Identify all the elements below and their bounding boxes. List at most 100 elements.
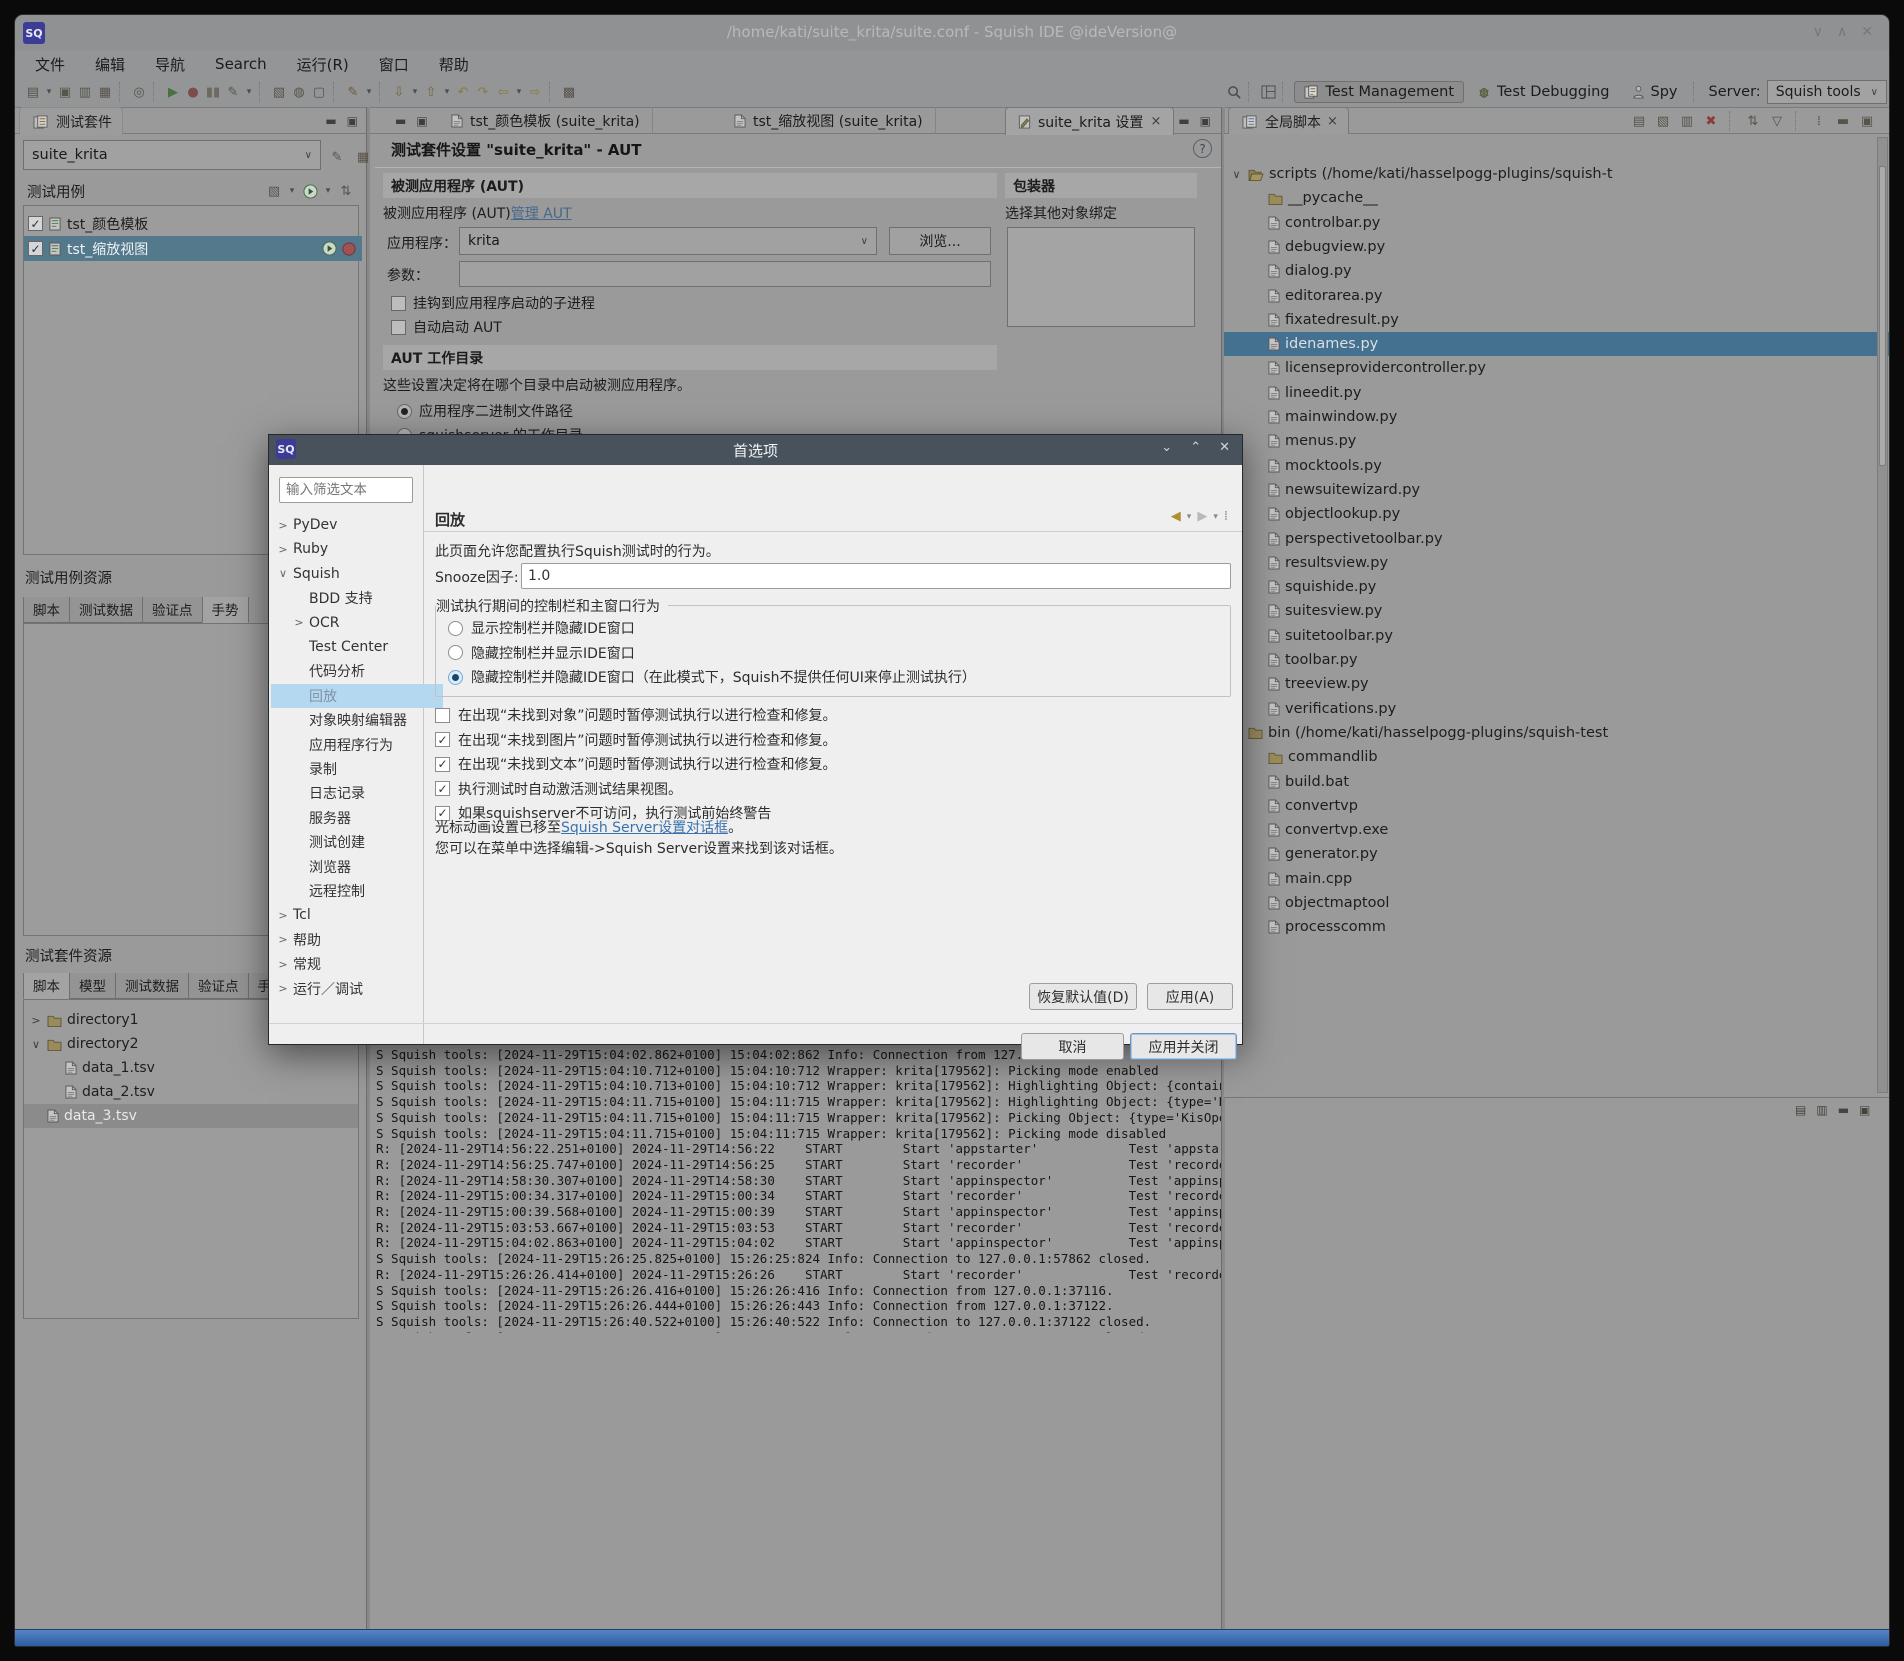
forward-icon[interactable]: ⇨: [526, 81, 544, 103]
pref-tree-item-回放[interactable]: 回放: [271, 684, 443, 708]
pref-tree-item-BDD 支持[interactable]: BDD 支持: [271, 586, 443, 610]
script-tree-file[interactable]: idenames.py: [1224, 332, 1890, 356]
filter-input[interactable]: [279, 477, 413, 503]
test-case-row[interactable]: ✓tst_颜色模板: [24, 211, 362, 236]
dropdown-icon[interactable]: ▾: [44, 81, 54, 103]
edit-suite-icon[interactable]: ✎: [328, 146, 346, 168]
script-tree-folder[interactable]: ∨bin (/home/kati/hasselpogg-plugins/squi…: [1224, 721, 1890, 745]
export-icon[interactable]: ⇧: [422, 81, 440, 103]
pref-tree-item-常规[interactable]: >常规: [271, 952, 427, 976]
open-icon[interactable]: ▥: [1678, 110, 1696, 132]
new-testcase-icon[interactable]: ▧: [265, 180, 283, 202]
back-icon[interactable]: ⇦: [494, 81, 512, 103]
minimize-icon[interactable]: ▬: [1178, 114, 1189, 128]
maximize-icon[interactable]: ▣: [416, 114, 427, 128]
playback-radio[interactable]: 显示控制栏并隐藏IDE窗口: [448, 618, 635, 638]
script-tree-file[interactable]: objectlookup.py: [1224, 502, 1890, 526]
import-icon[interactable]: ⇩: [390, 81, 408, 103]
script-tree-file[interactable]: mainwindow.py: [1224, 405, 1890, 429]
maximize-icon[interactable]: ▣: [1200, 114, 1211, 128]
pin-editor-icon[interactable]: ▤: [1795, 1103, 1806, 1117]
script-tree-file[interactable]: objectmaptool: [1224, 891, 1890, 915]
view-menu-icon[interactable]: ⁞: [1810, 110, 1828, 132]
browse-button[interactable]: 浏览...: [889, 227, 991, 255]
script-tree-file[interactable]: debugview.py: [1224, 235, 1890, 259]
log-view[interactable]: S Squish tools: [2024-11-29T15:04:02.862…: [370, 1025, 1221, 1333]
script-tree-file[interactable]: controlbar.py: [1224, 211, 1890, 235]
open-perspective-icon[interactable]: [1259, 81, 1277, 103]
perspective-test-debugging[interactable]: Test Debugging: [1468, 82, 1618, 102]
server-combobox[interactable]: Squish tools∨: [1767, 80, 1887, 104]
maximize-icon[interactable]: ▣: [347, 114, 358, 128]
apply-and-close-button[interactable]: 应用并关闭: [1130, 1033, 1237, 1060]
minimize-icon[interactable]: ∨: [1813, 24, 1823, 40]
script-tree-file[interactable]: squishide.py: [1224, 575, 1890, 599]
link-editor-icon[interactable]: ▥: [1816, 1103, 1827, 1117]
pref-tree-item-浏览器[interactable]: 浏览器: [271, 855, 443, 879]
suite-tab-测试数据[interactable]: 测试数据: [115, 973, 189, 999]
script-tree-file[interactable]: suitetoolbar.py: [1224, 624, 1890, 648]
pref-tree-item-代码分析[interactable]: 代码分析: [271, 659, 443, 683]
test-case-row[interactable]: ✓tst_缩放视图: [24, 236, 362, 261]
panel-minmax[interactable]: ▬▣: [325, 114, 358, 128]
case-tab-验证点[interactable]: 验证点: [142, 597, 203, 623]
pref-tree-item-应用程序行为[interactable]: 应用程序行为: [271, 733, 443, 757]
dropdown-icon[interactable]: ▾: [514, 81, 524, 103]
minimize-icon[interactable]: ▬: [395, 114, 406, 128]
open-last-edit-icon[interactable]: ▩: [560, 81, 578, 103]
help-icon[interactable]: ?: [1193, 139, 1212, 158]
window-layout-icon[interactable]: ▢: [310, 81, 328, 103]
script-tree-file[interactable]: mocktools.py: [1224, 454, 1890, 478]
menu-帮助[interactable]: 帮助: [439, 54, 469, 75]
pref-tree-item-测试创建[interactable]: 测试创建: [271, 830, 443, 854]
script-tree-file[interactable]: processcomm: [1224, 915, 1890, 939]
suite-settings-icon[interactable]: ▦: [354, 146, 372, 168]
script-tree-file[interactable]: build.bat: [1224, 770, 1890, 794]
tab-global-scripts[interactable]: 全局脚本 ×: [1228, 107, 1349, 135]
launch-aut-icon[interactable]: ▶: [164, 81, 182, 103]
menu-窗口[interactable]: 窗口: [379, 54, 409, 75]
copy-icon[interactable]: ▣: [56, 81, 74, 103]
script-tree-file[interactable]: fixatedresult.py: [1224, 308, 1890, 332]
dropdown-icon[interactable]: ▾: [442, 81, 452, 103]
chevron-down-icon[interactable]: ∨: [30, 1038, 42, 1051]
undo-icon[interactable]: ↶: [454, 81, 472, 103]
dropdown-icon[interactable]: ▾: [364, 81, 374, 103]
perspective-test-management[interactable]: Test Management: [1294, 81, 1464, 103]
new-folder-icon[interactable]: ▤: [1630, 110, 1648, 132]
playback-checkbox[interactable]: 在出现“未找到对象”问题时暂停测试执行以进行检查和修复。: [435, 705, 837, 725]
manage-aut-link[interactable]: 管理 AUT: [511, 206, 572, 222]
script-tree-file[interactable]: convertvp.exe: [1224, 818, 1890, 842]
checkbox-icon[interactable]: ✓: [28, 216, 43, 231]
close-icon[interactable]: ✕: [1861, 24, 1873, 40]
pref-tree-item-OCR[interactable]: >OCR: [271, 611, 443, 635]
restore-defaults-button[interactable]: 恢复默认值(D): [1029, 983, 1137, 1010]
minimize-icon[interactable]: ▬: [1834, 110, 1852, 132]
chevron-right-icon[interactable]: >: [277, 909, 289, 922]
maximize-icon[interactable]: ∧: [1837, 24, 1847, 40]
script-tree-folder[interactable]: ∨scripts (/home/kati/hasselpogg-plugins/…: [1224, 162, 1890, 186]
playback-radio[interactable]: 隐藏控制栏并隐藏IDE窗口（在此模式下，Squish不提供任何UI来停止测试执行…: [448, 667, 976, 687]
apply-button[interactable]: 应用(A): [1147, 983, 1233, 1010]
chevron-right-icon[interactable]: >: [277, 543, 289, 556]
pref-tree-item-Test Center[interactable]: Test Center: [271, 635, 443, 659]
suite-resource-file[interactable]: data_3.tsv: [24, 1104, 359, 1128]
snooze-input[interactable]: [521, 563, 1231, 589]
pref-tree-item-Tcl[interactable]: >Tcl: [271, 903, 427, 927]
chevron-right-icon[interactable]: >: [30, 1014, 42, 1027]
pref-tree-item-录制[interactable]: 录制: [271, 757, 443, 781]
playback-checkbox[interactable]: ✓执行测试时自动激活测试结果视图。: [435, 779, 682, 799]
menu-编辑[interactable]: 编辑: [95, 54, 125, 75]
chevron-right-icon[interactable]: >: [293, 616, 305, 629]
editor-tab-inactive[interactable]: tst_缩放视图 (suite_krita): [722, 107, 936, 134]
script-tree-file[interactable]: main.cpp: [1224, 867, 1890, 891]
close-icon[interactable]: ✕: [1219, 440, 1230, 455]
save-icon[interactable]: ▦: [96, 81, 114, 103]
maximize-icon[interactable]: ▣: [1858, 110, 1876, 132]
new-test-suite-icon[interactable]: ▤: [24, 81, 42, 103]
sort-az-icon[interactable]: ⇅: [1744, 110, 1762, 132]
pref-tree-item-帮助[interactable]: >帮助: [271, 928, 427, 952]
dropdown-icon[interactable]: ▾: [244, 81, 254, 103]
chevron-right-icon[interactable]: >: [277, 958, 289, 971]
delete-icon[interactable]: ✖: [1702, 110, 1720, 132]
